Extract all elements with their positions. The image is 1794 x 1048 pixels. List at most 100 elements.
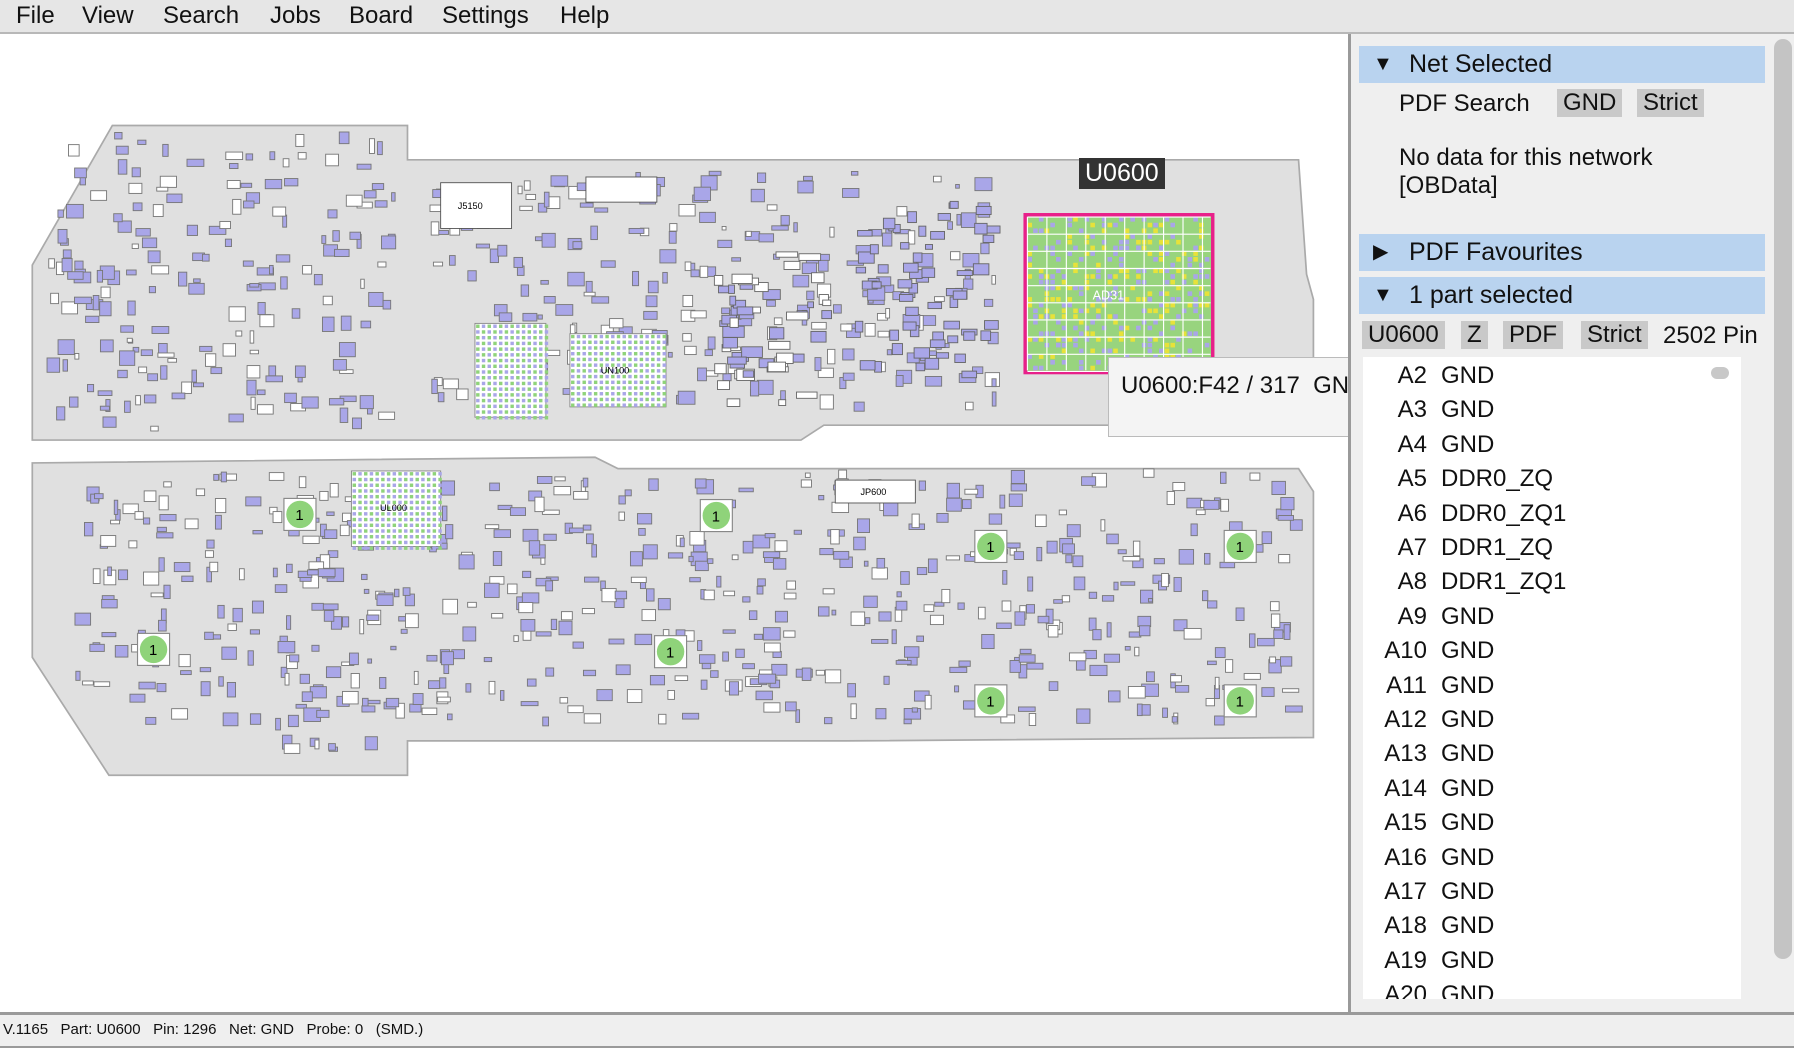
pin-row[interactable]: A10 GND	[1363, 634, 1494, 668]
component-pad	[933, 175, 942, 183]
part-u0600[interactable]: AD31	[1023, 213, 1215, 375]
component-pad	[1013, 551, 1025, 560]
bga-ball	[476, 381, 480, 386]
menu-settings[interactable]: Settings	[442, 2, 529, 30]
component-pad	[833, 304, 842, 314]
part-strict-button[interactable]: Strict	[1581, 321, 1648, 349]
pin-row[interactable]: A20 GND	[1363, 978, 1494, 999]
part-u0600-chip[interactable]: U0600	[1362, 321, 1445, 349]
pin-row[interactable]: A7 DDR1_ZQ	[1363, 531, 1553, 565]
net-selected-header[interactable]: ▼ Net Selected	[1359, 46, 1765, 83]
pin-row[interactable]: A9 GND	[1363, 600, 1495, 634]
pin-row[interactable]: A4 GND	[1363, 428, 1495, 462]
component-pad	[1283, 624, 1291, 640]
menu-help[interactable]: Help	[560, 2, 609, 30]
component-pad	[321, 235, 327, 244]
menu-file[interactable]: File	[16, 2, 55, 30]
bga-ball	[527, 404, 532, 409]
component-pad	[708, 170, 722, 176]
bga-ball	[656, 380, 661, 385]
bga-ball	[1147, 222, 1153, 228]
bga-ball	[358, 489, 362, 493]
pin-row[interactable]: A18 GND	[1363, 909, 1494, 943]
bga-ball	[386, 540, 391, 545]
bga-ball	[1113, 245, 1118, 251]
bga-ball	[656, 340, 661, 344]
component-pad	[723, 590, 736, 597]
component-pad	[156, 532, 174, 539]
component-pad	[158, 557, 165, 572]
pin-row[interactable]: A3 GND	[1363, 393, 1495, 427]
component-pad	[96, 269, 104, 283]
bga-ball	[651, 334, 655, 339]
bga-ball	[628, 386, 632, 390]
component-pad	[721, 226, 727, 231]
pin-row[interactable]: A5 DDR0_ZQ	[1363, 462, 1553, 496]
bga-ball	[504, 330, 509, 334]
pin-net: GND	[1441, 878, 1495, 905]
menu-search[interactable]: Search	[163, 2, 239, 30]
component-pad	[735, 648, 745, 658]
component-pad	[638, 528, 646, 536]
bga-ball	[1096, 268, 1101, 274]
bga-ball	[1096, 337, 1101, 342]
pin-row[interactable]: A16 GND	[1363, 841, 1494, 875]
pin-row[interactable]: A15 GND	[1363, 806, 1494, 840]
pin-row[interactable]: A2 GND	[1363, 359, 1495, 393]
pin-row[interactable]: A13 GND	[1363, 737, 1494, 771]
pin-list[interactable]: A2 GND A3 GND A4 GND A5 DDR0_ZQ A6 DDR0_ZQ1 A7 DDR1…	[1363, 357, 1741, 999]
bga-ball	[1113, 222, 1118, 228]
bga-ball	[1158, 257, 1164, 262]
bga-ball	[1090, 348, 1095, 354]
pin-row[interactable]: A8 DDR1_ZQ1	[1363, 565, 1567, 599]
pin-row[interactable]: A17 GND	[1363, 875, 1494, 909]
component-pad	[160, 365, 168, 380]
bga-ball	[398, 546, 402, 550]
component-pad	[124, 400, 131, 413]
bga-ball	[426, 477, 431, 482]
component-pad	[707, 336, 716, 350]
bga-ball	[1027, 302, 1033, 308]
component-pad	[299, 673, 310, 684]
panel-scrollbar[interactable]	[1774, 39, 1792, 959]
section-title: PDF Favourites	[1409, 238, 1583, 266]
component-pad	[163, 481, 172, 488]
component-pad	[561, 611, 573, 621]
pin-row[interactable]: A6 DDR0_ZQ1	[1363, 497, 1567, 531]
pin-row[interactable]: A11 GND	[1363, 669, 1494, 703]
component-pad	[334, 248, 350, 258]
bga-ball	[1078, 285, 1084, 291]
net-gnd-chip[interactable]: GND	[1557, 89, 1623, 117]
zoom-part-button[interactable]: Z	[1461, 321, 1488, 349]
menu-board[interactable]: Board	[349, 2, 413, 30]
part-pdf-button[interactable]: PDF	[1503, 321, 1563, 349]
component-pad	[947, 221, 953, 230]
menu-jobs[interactable]: Jobs	[270, 2, 321, 30]
component-pad	[885, 308, 891, 319]
pdf-favourites-header[interactable]: ▶ PDF Favourites	[1359, 234, 1765, 271]
svg-text:1: 1	[295, 508, 303, 524]
component-pad	[219, 220, 231, 230]
bga-ball	[1124, 234, 1130, 239]
component-pad	[467, 601, 477, 608]
bga-ball	[1050, 285, 1055, 291]
bga-ball	[369, 472, 374, 476]
component-pad	[151, 265, 170, 275]
component-pad	[1106, 533, 1119, 545]
list-scroll-thumb[interactable]	[1711, 367, 1729, 379]
bga-ball	[375, 483, 379, 487]
menu-view[interactable]: View	[82, 2, 134, 30]
pin-row[interactable]: A19 GND	[1363, 944, 1494, 978]
pin-row[interactable]: A14 GND	[1363, 772, 1494, 806]
component-pad	[980, 330, 992, 341]
pin-number: A12	[1384, 706, 1427, 733]
component-pad	[135, 228, 151, 237]
part-selected-header[interactable]: ▼ 1 part selected	[1359, 277, 1765, 314]
component-pad	[328, 743, 336, 751]
board-canvas[interactable]: J5150 UN100 UL000 JP600 1 1 1 1 1 1 1 1 AD31 U0600 …	[0, 34, 1392, 1012]
bga-ball	[498, 347, 503, 351]
net-strict-button[interactable]: Strict	[1637, 89, 1704, 117]
bga-ball	[364, 546, 368, 550]
collapsed-triangle-icon: ▶	[1373, 241, 1389, 263]
pin-row[interactable]: A12 GND	[1363, 703, 1494, 737]
